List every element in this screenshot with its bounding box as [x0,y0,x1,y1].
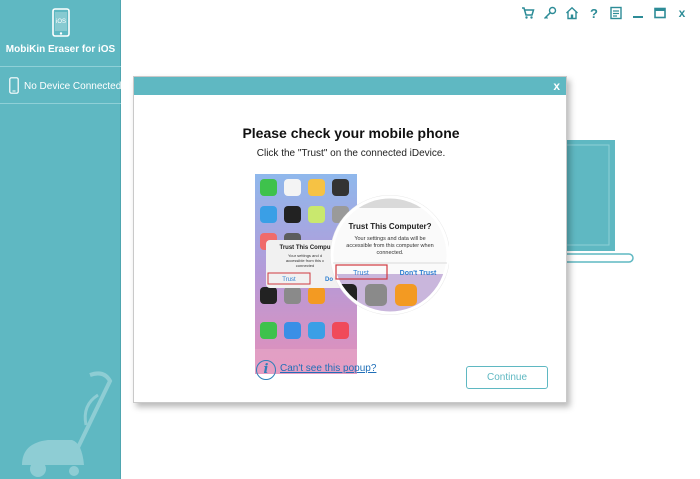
minimize-icon [633,16,643,18]
maximize-icon [654,7,666,19]
register-button[interactable] [542,5,558,21]
home-icon [566,6,578,20]
help-icon: ? [590,6,598,20]
popup-body-line-1: Your settings and data will be [354,236,425,242]
trust-label: Trust [353,270,369,277]
home-button[interactable] [564,5,580,21]
sidebar-item-device[interactable]: No Device Connected [0,72,121,102]
device-status-label: No Device Connected [24,81,122,92]
app-logo-icon: iOS [52,8,70,37]
info-icon: i [256,360,276,380]
small-popup-title: Trust This Compu [280,245,331,251]
dialog-subtitle: Click the "Trust" on the connected iDevi… [256,148,446,159]
popup-body-line-3: connected. [377,250,404,256]
minimize-button[interactable] [630,5,646,21]
trust-dialog: x Please check your mobile phone Click t… [133,76,567,403]
app-name: MobiKin Eraser for iOS [5,44,116,55]
help-glyph: ? [590,6,598,20]
cant-see-popup-link[interactable]: Can't see this popup? [280,363,376,374]
small-popup-line-3: connected [296,263,314,268]
phone-icon [9,77,19,94]
window-toolbar: ? x [520,4,690,22]
maximize-button[interactable] [652,5,668,21]
dialog-title: Please check your mobile phone [242,125,460,141]
divider [0,66,121,67]
popup-body-line-2: accessible from this computer when [346,243,433,249]
sidebar: iOS MobiKin Eraser for iOS No Device Con… [0,0,121,479]
vacuum-illustration-icon [22,371,113,477]
brand: iOS MobiKin Eraser for iOS [0,0,121,66]
feedback-button[interactable] [608,5,624,21]
dialog-close-button[interactable]: x [553,79,560,93]
logo-text: iOS [56,19,66,25]
cart-button[interactable] [520,5,536,21]
close-glyph: x [679,6,686,20]
close-icon: x [679,6,686,20]
dialog-header: x [134,77,566,95]
key-icon [543,6,557,20]
divider [0,103,121,104]
cart-icon [522,7,535,19]
help-button[interactable]: ? [586,5,602,21]
close-button[interactable]: x [674,5,690,21]
popup-title: Trust This Computer? [348,222,431,231]
small-dont-label: Do [325,277,333,283]
continue-button[interactable]: Continue [466,366,548,389]
feedback-icon [610,6,622,20]
small-trust-label: Trust [282,277,296,283]
phone-trust-illustration: Trust This Compu Your settings and d acc… [255,174,449,374]
laptop-illustration-icon [563,140,634,263]
dont-trust-label: Don't Trust [400,270,437,277]
